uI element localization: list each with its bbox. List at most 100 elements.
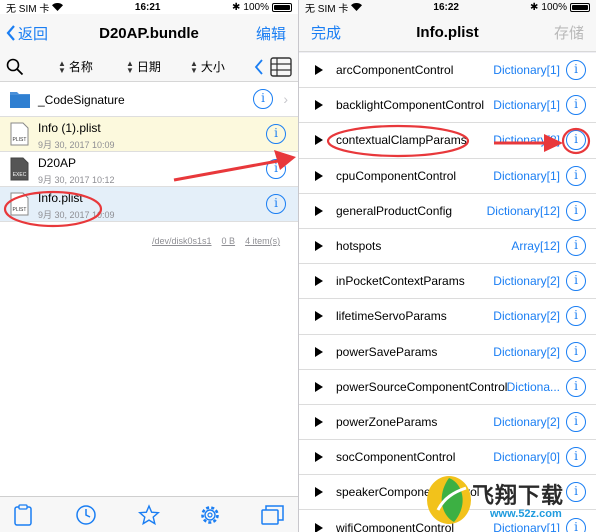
- info-button[interactable]: i: [566, 130, 586, 151]
- plist-key: socComponentControl: [336, 450, 456, 465]
- file-row-info-1-plist[interactable]: PLIST Info (1).plist 9月 30, 2017 10:09 i: [0, 117, 298, 152]
- file-row-d20ap[interactable]: EXEC D20AP 9月 30, 2017 10:12 i: [0, 152, 298, 187]
- page-title: Info.plist: [416, 24, 479, 41]
- plist-type: Dictionary[2]: [493, 274, 560, 289]
- plist-row[interactable]: powerSourceComponentControl Dictiona... i: [299, 369, 596, 405]
- plist-key: lifetimeServoParams: [336, 309, 447, 324]
- status-time: 16:22: [433, 1, 459, 13]
- windows-icon[interactable]: [261, 504, 285, 526]
- disclosure-triangle-icon[interactable]: [315, 170, 323, 181]
- file-name: D20AP: [38, 156, 77, 170]
- clock-icon[interactable]: [75, 504, 97, 526]
- status-bar: 无 SIM 卡 16:22 ✱ 100%: [299, 0, 596, 15]
- gear-icon[interactable]: [199, 504, 221, 526]
- edit-button[interactable]: 编辑: [256, 23, 286, 44]
- plist-type: Dictionary[0]: [493, 450, 560, 465]
- disclosure-triangle-icon[interactable]: [315, 381, 323, 392]
- wifi-icon: [52, 3, 64, 11]
- sort-by-name[interactable]: ▲ ▼ 名称: [58, 58, 93, 75]
- plist-key: hotspots: [336, 239, 382, 254]
- back-button[interactable]: 返回: [6, 23, 48, 44]
- battery-icon: [569, 2, 590, 12]
- plist-row[interactable]: arcComponentControl Dictionary[1] i: [299, 53, 596, 89]
- plist-type: Dictionary[1]: [493, 63, 560, 78]
- plist-type: Dictiona...: [506, 379, 560, 394]
- item-count: 4 item(s): [245, 236, 281, 246]
- info-button[interactable]: i: [566, 376, 586, 397]
- plist-row[interactable]: powerZoneParams Dictionary[2] i: [299, 404, 596, 441]
- plist-row[interactable]: inPocketContextParams Dictionary[2] i: [299, 264, 596, 300]
- watermark-text: 飞翔下载: [472, 483, 565, 508]
- info-button[interactable]: i: [566, 411, 586, 432]
- info-button[interactable]: i: [566, 200, 586, 221]
- battery-percent: 100%: [243, 1, 269, 13]
- disk-path[interactable]: /dev/disk0s1s1: [152, 236, 212, 246]
- plist-key: arcComponentControl: [336, 63, 454, 78]
- plist-key: powerSourceComponentControl: [336, 379, 508, 394]
- info-button[interactable]: i: [566, 271, 586, 292]
- info-button[interactable]: i: [266, 159, 286, 179]
- plist-type: Dictionary[2]: [493, 414, 560, 429]
- info-button[interactable]: i: [566, 447, 586, 468]
- disclosure-triangle-icon[interactable]: [315, 452, 323, 463]
- battery-percent: 100%: [541, 1, 567, 13]
- info-button[interactable]: i: [566, 306, 586, 327]
- done-button[interactable]: 完成: [311, 22, 341, 43]
- plist-file-icon: PLIST: [10, 192, 29, 216]
- file-browser-panel: 无 SIM 卡 16:21 ✱ 100% 返回 D20AP.bundle 编辑 …: [0, 0, 298, 532]
- exec-file-icon: EXEC: [10, 157, 29, 181]
- file-row-codesignature[interactable]: _CodeSignature i ›: [0, 82, 298, 117]
- file-date: 9月 30, 2017 10:09: [38, 210, 115, 220]
- plist-row[interactable]: cpuComponentControl Dictionary[1] i: [299, 158, 596, 194]
- disclosure-triangle-icon[interactable]: [315, 522, 323, 532]
- disclosure-triangle-icon[interactable]: [315, 311, 323, 322]
- info-button[interactable]: i: [566, 165, 586, 186]
- svg-text:PLIST: PLIST: [13, 207, 27, 213]
- info-button[interactable]: i: [566, 236, 586, 257]
- chevron-right-icon: ›: [283, 91, 288, 107]
- disclosure-triangle-icon[interactable]: [315, 65, 323, 76]
- plist-row[interactable]: generalProductConfig Dictionary[12] i: [299, 193, 596, 229]
- disk-info-footer: /dev/disk0s1s1 0 B 4 item(s): [152, 236, 280, 246]
- chevron-left-icon[interactable]: [254, 59, 264, 75]
- plist-editor-panel: 无 SIM 卡 16:22 ✱ 100% 完成 Info.plist 存储 ar…: [299, 0, 596, 532]
- sort-toolbar: ▲ ▼ 名称 ▲ ▼ 日期 ▲ ▼ 大小: [0, 52, 298, 82]
- sort-arrows-icon: ▲ ▼: [58, 58, 66, 75]
- sort-by-size[interactable]: ▲ ▼ 大小: [190, 58, 225, 75]
- info-button[interactable]: i: [566, 341, 586, 362]
- plist-row[interactable]: backlightComponentControl Dictionary[1] i: [299, 88, 596, 124]
- carrier-label: 无 SIM 卡: [305, 3, 349, 15]
- info-button[interactable]: i: [566, 60, 586, 81]
- plist-key: powerSaveParams: [336, 344, 438, 359]
- plist-key: generalProductConfig: [336, 203, 453, 218]
- search-icon[interactable]: [6, 58, 24, 76]
- navigation-bar: 返回 D20AP.bundle 编辑: [0, 14, 298, 52]
- file-row-info-plist[interactable]: PLIST Info.plist 9月 30, 2017 10:09 i: [0, 187, 298, 222]
- plist-row[interactable]: hotspots Array[12] i: [299, 228, 596, 265]
- disclosure-triangle-icon[interactable]: [315, 205, 323, 216]
- disclosure-triangle-icon[interactable]: [315, 276, 323, 287]
- star-icon[interactable]: [138, 504, 160, 526]
- plist-type: Dictionary[1]: [493, 98, 560, 113]
- save-button[interactable]: 存储: [554, 22, 584, 43]
- plist-row[interactable]: powerSaveParams Dictionary[2] i: [299, 334, 596, 370]
- list-view-icon[interactable]: [270, 57, 292, 77]
- info-button[interactable]: i: [566, 95, 586, 116]
- disclosure-triangle-icon[interactable]: [315, 135, 323, 146]
- info-button[interactable]: i: [266, 124, 286, 144]
- disclosure-triangle-icon[interactable]: [315, 416, 323, 427]
- disclosure-triangle-icon[interactable]: [315, 241, 323, 252]
- disclosure-triangle-icon[interactable]: [315, 487, 323, 498]
- navigation-bar: 完成 Info.plist 存储: [299, 14, 596, 52]
- file-date: 9月 30, 2017 10:12: [38, 175, 115, 185]
- plist-row[interactable]: lifetimeServoParams Dictionary[2] i: [299, 299, 596, 335]
- plist-key-list: arcComponentControl Dictionary[1] i backlig…: [299, 53, 596, 532]
- info-button[interactable]: i: [253, 89, 273, 109]
- tab-bar: [0, 496, 298, 532]
- disclosure-triangle-icon[interactable]: [315, 100, 323, 111]
- clipboard-icon[interactable]: [12, 504, 34, 526]
- plist-row[interactable]: contextualClampParams Dictionary[8] i: [299, 123, 596, 159]
- info-button[interactable]: i: [266, 194, 286, 214]
- disclosure-triangle-icon[interactable]: [315, 346, 323, 357]
- sort-by-date[interactable]: ▲ ▼ 日期: [126, 58, 161, 75]
